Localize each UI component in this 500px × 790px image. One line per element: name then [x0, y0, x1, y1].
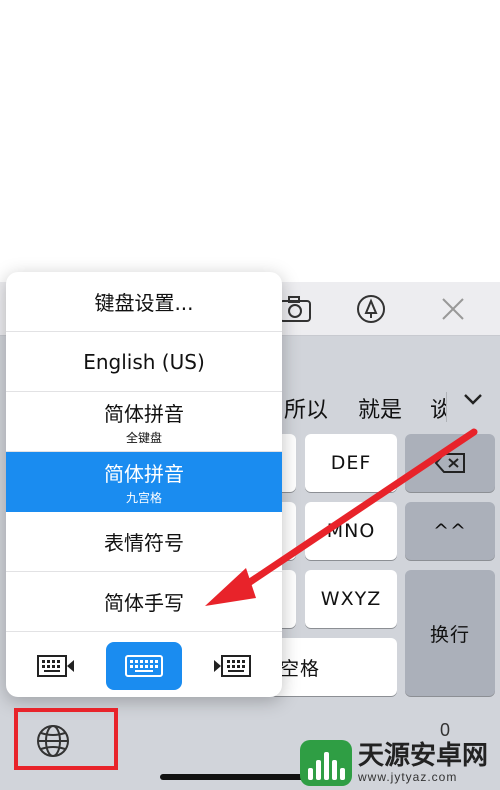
candidate-word[interactable]: 所以 [284, 392, 328, 424]
menu-item-sublabel: 全键盘 [125, 430, 162, 445]
android-logo [300, 739, 352, 786]
menu-item-emoji[interactable]: 表情符号 [6, 512, 282, 572]
emoticon-key[interactable]: ^^ [405, 502, 495, 560]
candidate-word[interactable]: 谈 [430, 392, 446, 424]
chevron-down-icon[interactable] [462, 388, 484, 410]
input-method-menu: 键盘设置... English (US) 简体拼音 全键盘 简体拼音 九宫格 表… [6, 272, 282, 697]
keyboard-full-icon[interactable] [106, 642, 182, 690]
globe-icon[interactable] [36, 724, 70, 758]
menu-item-label: 键盘设置... [94, 291, 194, 315]
menu-item-label: 简体拼音 [104, 462, 184, 486]
key-wxyz[interactable]: WXYZ [305, 570, 397, 628]
menu-item-pinyin-full[interactable]: 简体拼音 全键盘 [6, 392, 282, 452]
candidate-word[interactable]: 就是 [358, 392, 402, 424]
backspace-icon [434, 453, 465, 473]
marker-icon[interactable] [352, 290, 390, 328]
keyboard-right-icon[interactable] [194, 642, 270, 690]
return-key[interactable]: 换行 [405, 570, 495, 696]
key-def[interactable]: DEF [305, 434, 397, 492]
watermark-url: www.jytyaz.com [358, 769, 458, 784]
menu-item-keyboard-settings[interactable]: 键盘设置... [6, 272, 282, 332]
menu-item-english[interactable]: English (US) [6, 332, 282, 392]
backspace-key[interactable] [405, 434, 495, 492]
watermark-title: 天源安卓网 [358, 740, 489, 771]
close-icon[interactable] [434, 290, 472, 328]
menu-item-handwriting[interactable]: 简体手写 [6, 572, 282, 632]
menu-item-label: 简体手写 [104, 591, 184, 615]
candidate-divider [446, 392, 447, 422]
menu-item-sublabel: 九宫格 [125, 491, 162, 505]
keyboard-left-icon[interactable] [18, 642, 94, 690]
menu-item-pinyin-9key[interactable]: 简体拼音 九宫格 [6, 452, 282, 512]
menu-item-label: 简体拼音 [104, 401, 184, 426]
keyboard-mode-bar [6, 632, 282, 697]
menu-item-label: English (US) [83, 349, 205, 374]
space-key[interactable]: 空格 [270, 638, 397, 696]
key-mno[interactable]: MNO [305, 502, 397, 560]
watermark: 天源安卓网 www.jytyaz.com [300, 735, 500, 790]
menu-item-label: 表情符号 [104, 531, 184, 555]
